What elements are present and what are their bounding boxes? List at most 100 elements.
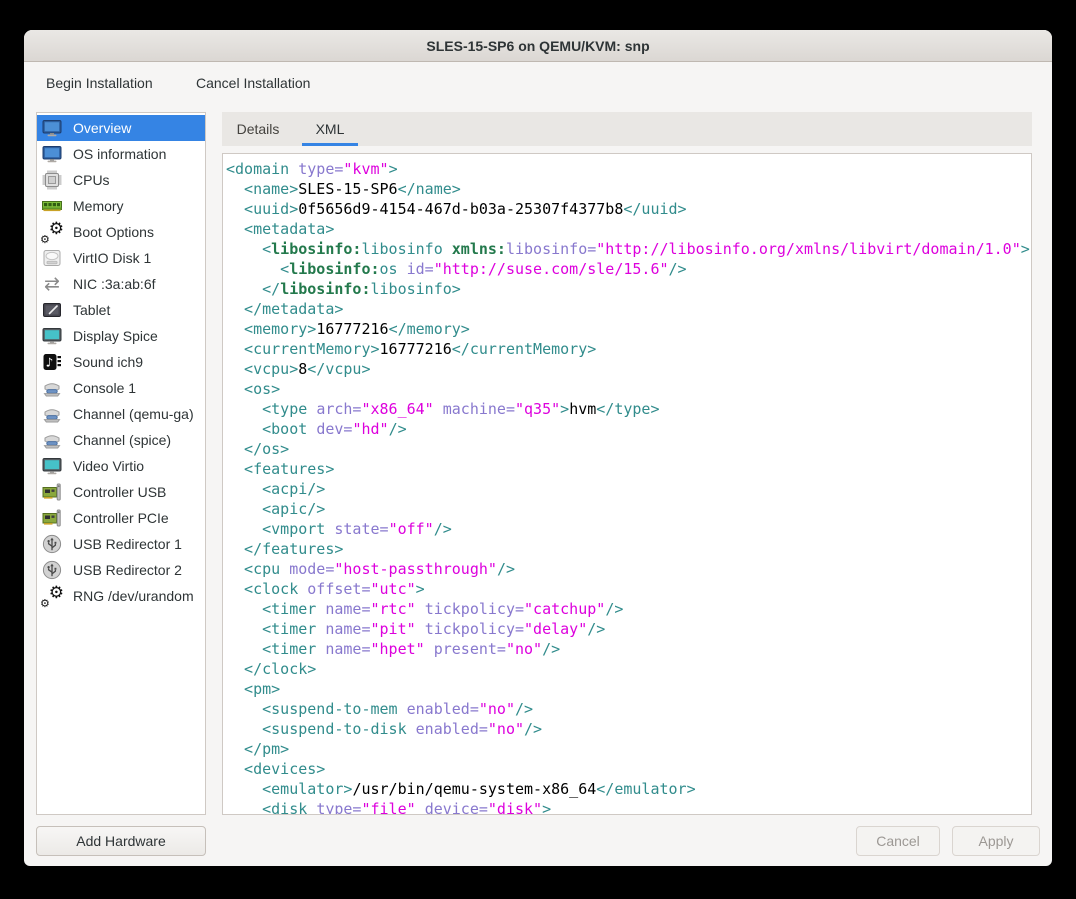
vm-details-window: SLES-15-SP6 on QEMU/KVM: snp Begin Insta…	[24, 30, 1052, 866]
window-title: SLES-15-SP6 on QEMU/KVM: snp	[426, 38, 649, 54]
sidebar-item-label: Video Virtio	[73, 458, 144, 474]
tabstrip: Details XML	[222, 112, 1032, 146]
code-line: <metadata>	[226, 219, 1031, 239]
code-line: <boot dev="hd"/>	[226, 419, 1031, 439]
menu-cancel-installation[interactable]: Cancel Installation	[196, 75, 310, 91]
disk-icon	[41, 247, 63, 269]
sidebar-item-channel-qemu-ga[interactable]: Channel (qemu-ga)	[37, 401, 205, 427]
sidebar-item-label: Controller USB	[73, 484, 166, 500]
serial-icon	[41, 429, 63, 451]
code-line: </clock>	[226, 659, 1031, 679]
code-line: </pm>	[226, 739, 1031, 759]
code-line: <libosinfo:os id="http://suse.com/sle/15…	[226, 259, 1031, 279]
tab-xml-label: XML	[316, 121, 345, 137]
code-line: <timer name="hpet" present="no"/>	[226, 639, 1031, 659]
sidebar-item-overview[interactable]: Overview	[37, 115, 205, 141]
sidebar-item-label: USB Redirector 1	[73, 536, 182, 552]
xml-code: <domain type="kvm"> <name>SLES-15-SP6</n…	[223, 154, 1031, 815]
code-line: <type arch="x86_64" machine="q35">hvm</t…	[226, 399, 1031, 419]
code-line: <vmport state="off"/>	[226, 519, 1031, 539]
code-line: </libosinfo:libosinfo>	[226, 279, 1031, 299]
sidebar-item-controller-pcie[interactable]: Controller PCIe	[37, 505, 205, 531]
serial-icon	[41, 377, 63, 399]
sidebar-item-label: Boot Options	[73, 224, 154, 240]
sidebar-item-usb-redirector-1[interactable]: USB Redirector 1	[37, 531, 205, 557]
code-line: <pm>	[226, 679, 1031, 699]
code-line: <features>	[226, 459, 1031, 479]
sidebar-item-label: Sound ich9	[73, 354, 143, 370]
code-line: <timer name="rtc" tickpolicy="catchup"/>	[226, 599, 1031, 619]
sidebar-item-label: Memory	[73, 198, 124, 214]
code-line: <acpi/>	[226, 479, 1031, 499]
tablet-icon	[41, 299, 63, 321]
network-icon: ⇄	[41, 273, 63, 295]
sidebar-item-label: Channel (qemu-ga)	[73, 406, 194, 422]
svg-text:♪: ♪	[46, 356, 54, 370]
code-line: <memory>16777216</memory>	[226, 319, 1031, 339]
code-line: <suspend-to-disk enabled="no"/>	[226, 719, 1031, 739]
sidebar-item-label: Channel (spice)	[73, 432, 171, 448]
serial-icon	[41, 403, 63, 425]
sidebar-item-label: USB Redirector 2	[73, 562, 182, 578]
code-line: <vcpu>8</vcpu>	[226, 359, 1031, 379]
tab-details[interactable]: Details	[222, 112, 294, 146]
sidebar-item-tablet[interactable]: Tablet	[37, 297, 205, 323]
display-icon	[41, 455, 63, 477]
sidebar-item-label: Console 1	[73, 380, 136, 396]
active-tab-underline	[302, 143, 358, 146]
sidebar-item-memory[interactable]: Memory	[37, 193, 205, 219]
menubar: Begin Installation Cancel Installation	[24, 63, 1052, 111]
code-line: <disk type="file" device="disk">	[226, 799, 1031, 815]
sidebar-item-cpus[interactable]: CPUs	[37, 167, 205, 193]
code-line: <devices>	[226, 759, 1031, 779]
sidebar-item-label: Overview	[73, 120, 131, 136]
sidebar-item-label: CPUs	[73, 172, 110, 188]
sidebar-item-virtio-disk-1[interactable]: VirtIO Disk 1	[37, 245, 205, 271]
usb-icon	[41, 533, 63, 555]
code-line: <uuid>0f5656d9-4154-467d-b03a-25307f4377…	[226, 199, 1031, 219]
sidebar-item-rng-dev-urandom[interactable]: ⚙⚙ RNG /dev/urandom	[37, 583, 205, 609]
sidebar-item-display-spice[interactable]: Display Spice	[37, 323, 205, 349]
apply-button[interactable]: Apply	[952, 826, 1040, 856]
xml-editor[interactable]: <domain type="kvm"> <name>SLES-15-SP6</n…	[222, 153, 1032, 815]
pci-card-icon	[41, 481, 63, 503]
cancel-button[interactable]: Cancel	[856, 826, 940, 856]
code-line: </features>	[226, 539, 1031, 559]
sidebar-item-controller-usb[interactable]: Controller USB	[37, 479, 205, 505]
code-line: <domain type="kvm">	[226, 159, 1031, 179]
code-line: <suspend-to-mem enabled="no"/>	[226, 699, 1031, 719]
monitor-icon	[41, 117, 63, 139]
gears-icon: ⚙⚙	[41, 221, 63, 243]
titlebar[interactable]: SLES-15-SP6 on QEMU/KVM: snp	[24, 30, 1052, 62]
add-hardware-button[interactable]: Add Hardware	[36, 826, 206, 856]
code-line: <os>	[226, 379, 1031, 399]
sidebar-item-label: RNG /dev/urandom	[73, 588, 194, 604]
cpu-icon	[41, 169, 63, 191]
code-line: <emulator>/usr/bin/qemu-system-x86_64</e…	[226, 779, 1031, 799]
sidebar-item-label: NIC :3a:ab:6f	[73, 276, 156, 292]
sidebar-item-usb-redirector-2[interactable]: USB Redirector 2	[37, 557, 205, 583]
code-line: <currentMemory>16777216</currentMemory>	[226, 339, 1031, 359]
sidebar-item-label: OS information	[73, 146, 166, 162]
sidebar-item-boot-options[interactable]: ⚙⚙ Boot Options	[37, 219, 205, 245]
sidebar-item-label: Display Spice	[73, 328, 158, 344]
sidebar-item-nic-3a-ab-6f[interactable]: ⇄ NIC :3a:ab:6f	[37, 271, 205, 297]
code-line: <apic/>	[226, 499, 1031, 519]
code-line: <libosinfo:libosinfo xmlns:libosinfo="ht…	[226, 239, 1031, 259]
sidebar-item-os-information[interactable]: OS information	[37, 141, 205, 167]
sidebar-item-video-virtio[interactable]: Video Virtio	[37, 453, 205, 479]
sidebar-item-console-1[interactable]: Console 1	[37, 375, 205, 401]
sound-icon: ♪	[41, 351, 63, 373]
code-line: <cpu mode="host-passthrough"/>	[226, 559, 1031, 579]
sidebar-item-label: Tablet	[73, 302, 110, 318]
code-line: <name>SLES-15-SP6</name>	[226, 179, 1031, 199]
sidebar-item-sound-ich9[interactable]: ♪ Sound ich9	[37, 349, 205, 375]
tab-xml[interactable]: XML	[294, 112, 366, 146]
gears-icon: ⚙⚙	[41, 585, 63, 607]
sidebar-item-channel-spice[interactable]: Channel (spice)	[37, 427, 205, 453]
display-icon	[41, 325, 63, 347]
sidebar-item-label: VirtIO Disk 1	[73, 250, 151, 266]
monitor-icon	[41, 143, 63, 165]
code-line: <timer name="pit" tickpolicy="delay"/>	[226, 619, 1031, 639]
menu-begin-installation[interactable]: Begin Installation	[46, 75, 153, 91]
